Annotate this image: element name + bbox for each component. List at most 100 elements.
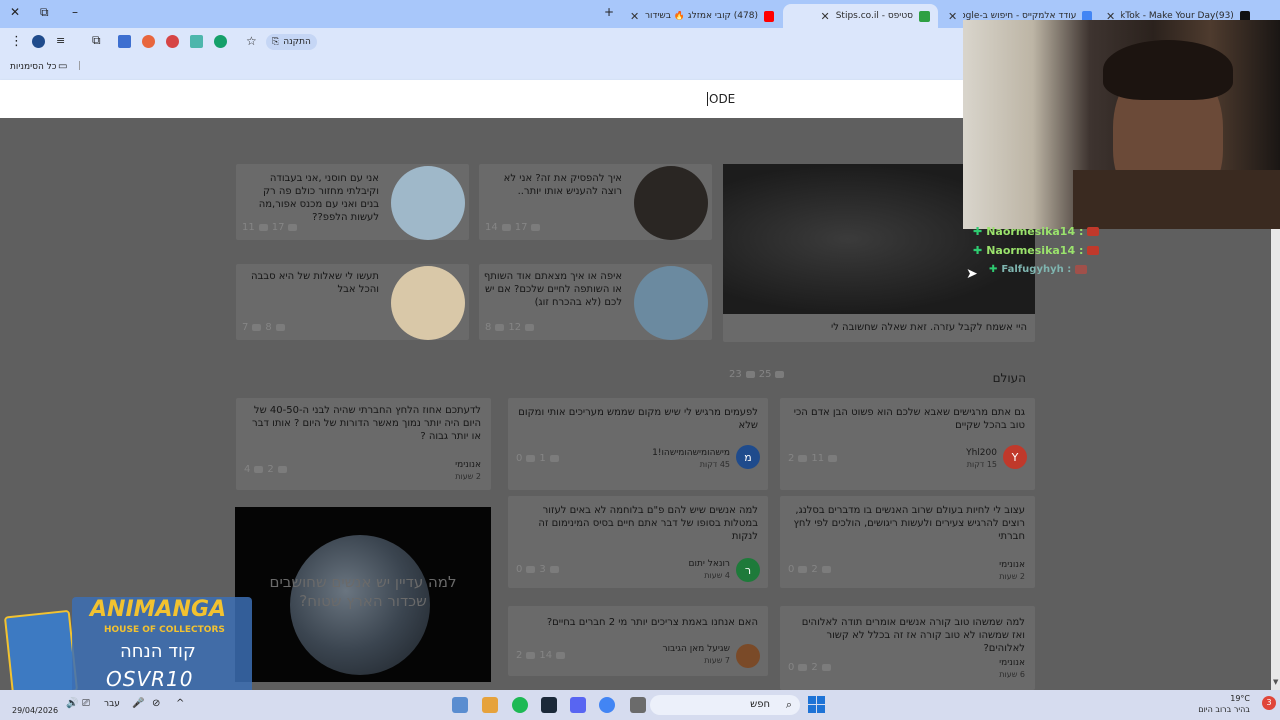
chat-badge-icon: ✚	[989, 264, 998, 275]
chrome-icon[interactable]	[599, 697, 615, 713]
earth-question-card[interactable]: למה עדיין יש אנשים שחושבים שכדור הארץ שט…	[235, 507, 491, 682]
featured-stats: 23 25	[729, 369, 785, 380]
promo-brand: ANIMANGA	[90, 597, 227, 622]
promo-code: OSVR10	[106, 667, 194, 691]
streamer-headset	[1103, 40, 1233, 100]
notification-badge[interactable]: 3	[1262, 696, 1276, 710]
extension-red-icon[interactable]	[166, 35, 179, 48]
comment-icon	[798, 664, 808, 671]
file-explorer-icon[interactable]	[630, 697, 646, 713]
user-name[interactable]: רונאל יתום	[689, 559, 730, 569]
chat-badge-icon: ✚	[973, 244, 983, 257]
weather-widget[interactable]: 19°C בהיר ברוב היום	[1198, 693, 1250, 715]
like-icon	[828, 455, 838, 462]
question-stats: 0 3	[516, 564, 559, 575]
question-card[interactable]: לפעמים מרגיש לי שיש מקום שממש מעריכים או…	[508, 398, 768, 490]
comment-icon	[526, 455, 536, 462]
post-time: 4 שעות	[704, 571, 730, 580]
grammarly-icon[interactable]	[214, 35, 227, 48]
featured-caption: היי אשמח לקבל עזרה. זאת שאלה שחשובה לי	[830, 322, 1027, 333]
windows-taskbar: 29/04/2026 🔊 ⎚ עבר 🎤 ⊘ ^ חפש ⌕ 19°C בהיר…	[0, 690, 1280, 720]
featured-question-card[interactable]: אני עם חוסני ,אני בעבודה וקיבלתי מחזור כ…	[236, 164, 469, 240]
question-card[interactable]: לדעתכם אחוז הלחץ החברתי שהיה לבני ה-40-5…	[236, 398, 491, 490]
like-count: 14	[485, 222, 498, 233]
question-card[interactable]: למה שמשהו טוב קורה אנשים אומרים תודה לאל…	[780, 606, 1035, 690]
install-app-chip[interactable]: התקנה ⎘	[266, 34, 317, 50]
new-tab-button[interactable]: +	[604, 5, 614, 19]
comment-count: 2	[516, 650, 523, 661]
chat-username: Falfugyhyh :	[1001, 264, 1072, 275]
windows-start-icon[interactable]	[808, 696, 825, 713]
comment-icon	[277, 466, 287, 473]
user-avatar[interactable]	[736, 644, 760, 668]
featured-question-card[interactable]: איך להפסיק את זה? אני לא רוצה להעניש אות…	[479, 164, 712, 240]
scroll-down-icon[interactable]: ▼	[1273, 678, 1278, 686]
promo-code-label: קוד הנחה	[120, 641, 196, 662]
screen-capture-icon[interactable]	[118, 35, 131, 48]
extensions-icon[interactable]: ⧉	[92, 33, 101, 48]
like-count: 2	[267, 464, 274, 475]
user-avatar[interactable]: ר	[736, 558, 760, 582]
section-title[interactable]: העולם	[993, 371, 1026, 385]
media-control-icon[interactable]: ≡	[56, 34, 65, 47]
bookmark-star-icon[interactable]: ☆	[246, 34, 257, 48]
camera-off-icon[interactable]: ⊘	[152, 698, 160, 709]
user-avatar[interactable]: מ	[736, 445, 760, 469]
comment-icon	[798, 455, 808, 462]
question-card[interactable]: האם אנחנו באמת צריכים יותר מי 2 חברים בח…	[508, 606, 768, 676]
user-avatar[interactable]: Y	[1003, 445, 1027, 469]
restore-window-icon[interactable]: ⧉	[40, 5, 49, 20]
chat-badge-icon: ✚	[973, 225, 983, 238]
comment-count: 0	[788, 564, 795, 575]
close-tab-icon[interactable]: ✕	[948, 10, 957, 23]
discord-icon[interactable]	[570, 697, 586, 713]
taskbar-app-icon[interactable]	[452, 697, 468, 713]
question-text: לדעתכם אחוז הלחץ החברתי שהיה לבני ה-40-5…	[252, 405, 481, 442]
comment-icon	[288, 224, 298, 231]
translate-extension-icon[interactable]	[190, 35, 203, 48]
chat-message: ✚ Falfugyhyh :	[989, 264, 1088, 275]
featured-question-card[interactable]: איפה או איך מצאתם אוד השותף או השותפה לח…	[479, 264, 712, 340]
question-thumbnail	[634, 166, 708, 240]
profile-icon[interactable]	[32, 35, 45, 48]
browser-toolbar: ⋮ ≡ ⧉ ☆	[0, 28, 963, 56]
taskbar-app-icon[interactable]	[482, 697, 498, 713]
question-text: עצוב לי לחיות בעולם שרוב האנשים בו מדברי…	[793, 505, 1025, 542]
spotify-icon[interactable]	[512, 697, 528, 713]
question-card[interactable]: עצוב לי לחיות בעולם שרוב האנשים בו מדברי…	[780, 496, 1035, 588]
close-tab-icon[interactable]: ✕	[820, 10, 829, 23]
earth-question-text: למה עדיין יש אנשים שחושבים שכדור הארץ שט…	[269, 573, 457, 610]
volume-icon[interactable]: 🔊	[66, 698, 78, 709]
tab-stips[interactable]: סטיפס - Stips.co.il ✕	[783, 4, 938, 28]
user-name[interactable]: מישהומישהומישהו!1	[652, 448, 730, 458]
promo-panel: ANIMANGA HOUSE OF COLLECTORS קוד הנחה OS…	[72, 597, 252, 695]
language-indicator[interactable]: עבר	[104, 699, 120, 709]
folder-icon: ▭	[58, 61, 68, 72]
question-card[interactable]: למה אנשים שיש להם פ"ם בלוחמה לא באים לעז…	[508, 496, 768, 588]
steam-icon[interactable]	[541, 697, 557, 713]
question-text: אני עם חוסני ,אני בעבודה וקיבלתי מחזור כ…	[258, 173, 379, 223]
close-tab-icon[interactable]: ✕	[630, 10, 639, 23]
tab-youtube[interactable]: (478) קובי אמזלג 🔥 בשידור חי ✕	[622, 4, 782, 28]
network-icon[interactable]: ⎚	[82, 698, 90, 709]
comment-count: 0	[516, 453, 523, 464]
menu-dots-icon[interactable]: ⋮	[10, 34, 23, 49]
featured-question-card[interactable]: תעשו לי שאלות של היא סבבה והכל אבל 7 8	[236, 264, 469, 340]
user-name[interactable]: שגיעל מאן הגיבור	[663, 644, 731, 654]
tray-overflow-icon[interactable]: ^	[176, 698, 184, 709]
question-text: גם אתם מרגישים שאבא שלכם הוא פשוט הבן אד…	[793, 407, 1025, 431]
user-name[interactable]: Yhl200	[966, 448, 997, 458]
tab-title: סטיפס - Stips.co.il	[835, 11, 913, 21]
taskbar-search[interactable]: חפש ⌕	[650, 695, 800, 715]
comment-count: 8	[265, 322, 272, 333]
question-text: איפה או איך מצאתם אוד השותף או השותפה לח…	[483, 271, 622, 308]
extension-orange-icon[interactable]	[142, 35, 155, 48]
site-search-field[interactable]: ODE	[707, 92, 735, 106]
close-window-icon[interactable]: ✕	[10, 5, 20, 19]
like-count: 7	[242, 322, 249, 333]
question-card[interactable]: גם אתם מרגישים שאבא שלכם הוא פשוט הבן אד…	[780, 398, 1035, 490]
microphone-icon[interactable]: 🎤	[132, 698, 144, 709]
minimize-window-icon[interactable]: –	[72, 5, 78, 19]
site-header: ODE	[0, 80, 963, 118]
all-bookmarks-link[interactable]: כל הסימניות	[10, 62, 57, 72]
